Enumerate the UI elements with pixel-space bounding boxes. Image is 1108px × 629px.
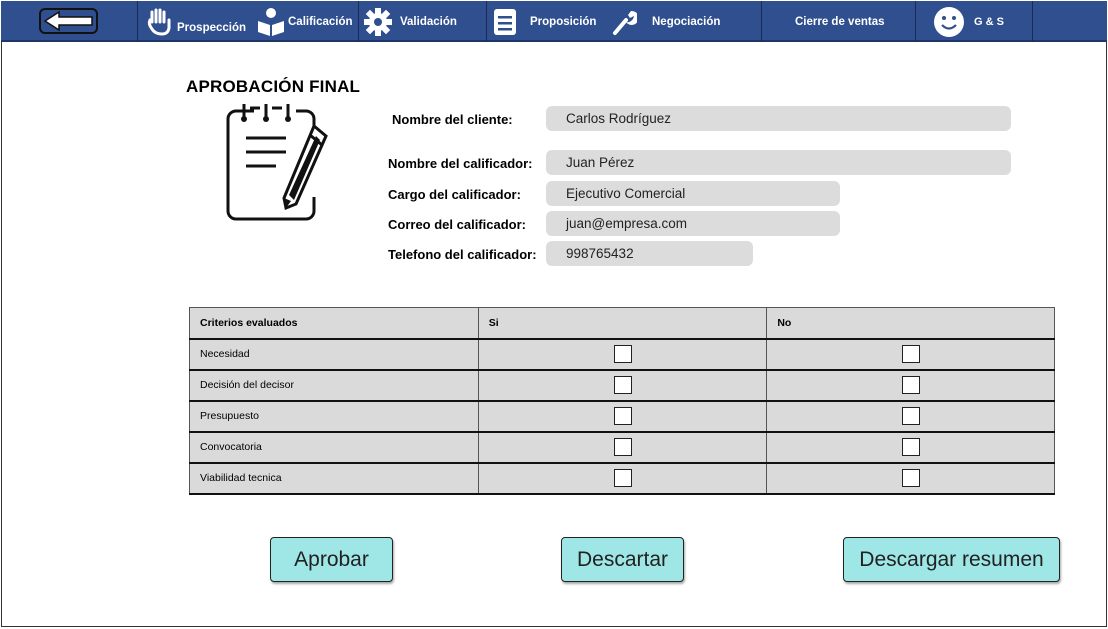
table-row: Viabilidad tecnica [189,462,1055,494]
telefono-label: Telefono del calificador: [388,247,537,262]
reading-person-icon [258,7,284,36]
criteria-table: Criterios evaluados Si No Necesidad Deci… [189,307,1055,495]
column-header: Si [477,307,768,339]
hand-icon [147,8,171,36]
correo-field[interactable]: juan@empresa.com [546,211,840,236]
table-row: Necesidad [189,338,1055,370]
nav-calificacion-label: Calificación [288,15,353,28]
criterion-label: Convocatoria [189,431,479,463]
nav-negociacion-label: Negociación [652,15,721,28]
criterion-label: Viabilidad tecnica [189,462,479,494]
si-checkbox[interactable] [613,438,632,456]
table-row: Presupuesto [189,400,1055,432]
descargar-resumen-button[interactable]: Descargar resumen [843,537,1060,582]
wrench-icon [613,10,637,35]
page-title: APROBACIÓN FINAL [186,77,361,96]
no-checkbox[interactable] [901,376,920,394]
si-checkbox[interactable] [613,407,632,425]
telefono-field[interactable]: 998765432 [546,241,753,266]
nav-calificacion[interactable]: Calificación [257,1,353,42]
nav-validacion[interactable]: Validación [363,1,457,42]
cliente-label: Nombre del cliente: [392,112,513,127]
cliente-field[interactable]: Carlos Rodríguez [546,106,1011,131]
no-checkbox[interactable] [901,469,920,487]
nav-proposicion-label: Proposición [530,15,597,28]
si-checkbox[interactable] [613,376,632,394]
cargo-label: Cargo del calificador: [388,187,521,202]
nav-proposicion[interactable]: Proposición [492,1,596,42]
table-row: Convocatoria [189,431,1055,463]
column-header: Criterios evaluados [189,307,479,339]
back-arrow-icon [43,10,93,32]
no-checkbox[interactable] [901,407,920,425]
si-checkbox[interactable] [613,469,632,487]
table-row: Decisión del decisor [189,369,1055,401]
top-navbar: Prospección Calificación Validación Prop… [1,1,1107,42]
column-header: No [766,307,1055,339]
nav-negociacion[interactable]: Negociación [611,1,720,42]
criterion-label: Decisión del decisor [189,369,479,401]
criterion-label: Necesidad [189,338,479,370]
user-menu[interactable]: G & S [933,1,1004,42]
nav-cierre-label: Cierre de ventas [795,15,885,28]
user-name: G & S [974,15,1004,28]
criterion-label: Presupuesto [189,400,479,432]
calificador-field[interactable]: Juan Pérez [546,150,1011,175]
descartar-button[interactable]: Descartar [561,537,684,582]
correo-label: Correo del calificador: [388,217,526,232]
calificador-label: Nombre del calificador: [388,156,533,171]
no-checkbox[interactable] [901,345,920,363]
document-icon [494,8,516,35]
back-button[interactable] [39,8,98,34]
nav-cierre-de-ventas[interactable]: Cierre de ventas [795,1,885,42]
nav-prospeccion[interactable]: Prospección [146,1,246,42]
table-header-row: Criterios evaluados Si No [189,307,1055,339]
notepad-pencil-icon [226,104,328,221]
cargo-field[interactable]: Ejecutivo Comercial [546,181,840,206]
aprobar-button[interactable]: Aprobar [270,537,393,582]
no-checkbox[interactable] [901,438,920,456]
nav-validacion-label: Validación [400,15,457,28]
nav-prospeccion-label: Prospección [177,21,247,34]
si-checkbox[interactable] [613,345,632,363]
gear-icon [364,7,392,36]
smiley-avatar-icon [934,6,964,37]
